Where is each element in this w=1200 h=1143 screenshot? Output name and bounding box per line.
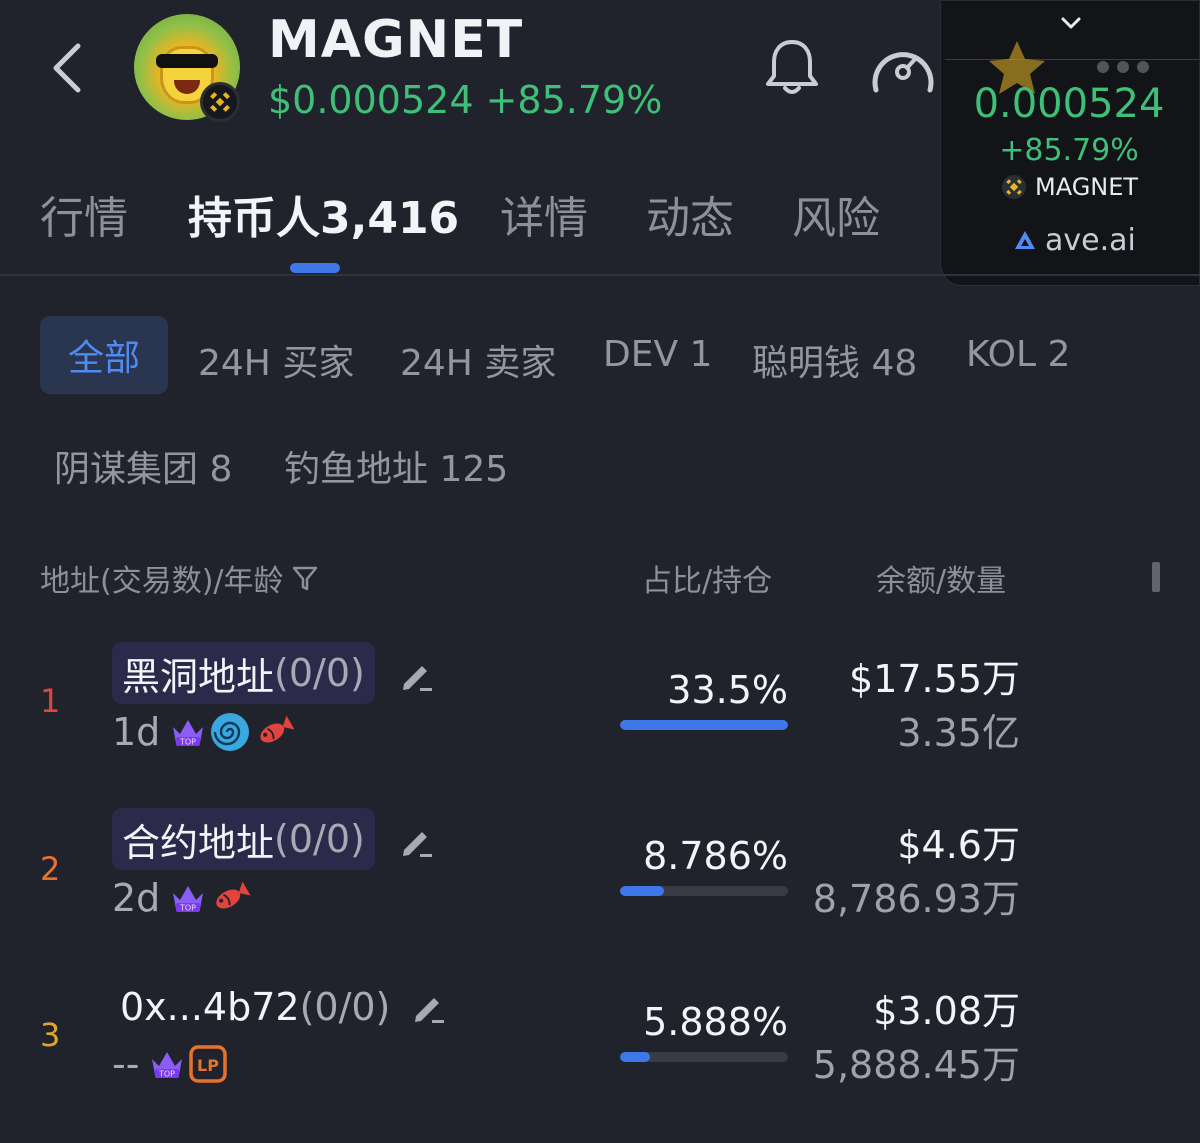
holder-age: 2d <box>112 876 161 920</box>
address-label: 0x...4b72 <box>120 985 300 1029</box>
token-price: $0.000524 +85.79% <box>268 78 663 122</box>
column-header-share[interactable]: 占比/持仓 <box>642 556 772 600</box>
bnb-chain-icon <box>1002 175 1026 199</box>
tx-count: (0/0) <box>274 817 365 861</box>
column-header-balance[interactable]: 余额/数量 <box>876 556 1006 600</box>
holder-share-percent: 33.5% <box>667 668 788 712</box>
bell-icon <box>766 40 818 94</box>
filter-all[interactable]: 全部 <box>40 316 168 394</box>
widget-site: ave.ai <box>1045 223 1136 258</box>
tab-activity[interactable]: 动态 <box>646 182 734 246</box>
widget-price: 0.000524 <box>973 81 1165 127</box>
chevron-down-icon <box>1061 17 1081 29</box>
edit-label-button[interactable] <box>396 822 436 862</box>
svg-text:LP: LP <box>197 1056 219 1075</box>
holder-balance-usd: $17.55万 <box>849 657 1020 701</box>
filter-dev[interactable]: DEV 1 <box>603 334 712 375</box>
holder-token-quantity: 5,888.45万 <box>812 1043 1020 1087</box>
svg-text:TOP: TOP <box>179 904 196 913</box>
holder-balance-usd: $3.08万 <box>873 989 1020 1033</box>
ave-logo-icon <box>1015 230 1035 249</box>
bnb-chain-icon <box>200 82 240 122</box>
holder-address[interactable]: 0x...4b72 (0/0) <box>120 976 390 1038</box>
column-header-address[interactable]: 地址(交易数)/年龄 <box>40 556 320 600</box>
collapse-widget-button[interactable] <box>1059 13 1083 33</box>
holder-address[interactable]: 合约地址 (0/0) <box>112 808 375 870</box>
price-mini-widget[interactable]: 0.000524 +85.79% MAGNET ave.ai <box>940 0 1200 286</box>
more-columns-indicator <box>1152 562 1160 592</box>
share-progress-fill <box>620 1052 650 1062</box>
pencil-icon <box>415 998 444 1023</box>
crown-top-icon[interactable]: TOP <box>149 1047 185 1081</box>
fish-icon[interactable] <box>210 879 251 917</box>
lp-icon[interactable]: LP <box>189 1045 228 1083</box>
widget-symbol: MAGNET <box>1035 173 1139 201</box>
filter-smart-money[interactable]: 聪明钱 48 <box>752 334 917 386</box>
holder-share-percent: 8.786% <box>643 834 788 878</box>
tx-count: (0/0) <box>299 985 391 1029</box>
speedometer-icon <box>872 52 934 93</box>
holder-age: 1d <box>112 710 161 754</box>
filter-24h-sellers[interactable]: 24H 卖家 <box>400 334 556 386</box>
chevron-left-icon <box>53 43 81 93</box>
spiral-icon[interactable] <box>210 712 250 752</box>
back-button[interactable] <box>40 38 100 98</box>
fish-icon[interactable] <box>254 713 295 751</box>
alert-button[interactable] <box>760 36 824 100</box>
tab-risk[interactable]: 风险 <box>792 182 880 246</box>
edit-label-button[interactable] <box>396 656 436 696</box>
holder-age: -- <box>112 1042 140 1086</box>
address-label: 合约地址 <box>122 820 275 865</box>
crown-top-icon[interactable]: TOP <box>170 715 206 749</box>
token-name: MAGNET <box>268 10 524 70</box>
edit-label-button[interactable] <box>408 988 448 1028</box>
tab-holders[interactable]: 持币人3,416 <box>188 182 459 246</box>
pencil-icon <box>403 832 432 857</box>
pencil-icon <box>403 666 432 691</box>
active-tab-indicator <box>290 263 340 273</box>
holder-age-line: 2d TOP <box>112 876 251 920</box>
filter-phishing[interactable]: 钓鱼地址 125 <box>284 440 508 492</box>
address-label: 黑洞地址 <box>122 654 275 699</box>
tab-market[interactable]: 行情 <box>40 182 128 246</box>
filter-funnel-icon[interactable] <box>290 563 320 593</box>
holder-age-line: 1d TOP <box>112 710 295 754</box>
tab-details[interactable]: 详情 <box>500 182 588 246</box>
speed-button[interactable] <box>868 38 938 102</box>
tx-count: (0/0) <box>274 651 365 695</box>
holder-age-line: -- TOP LP <box>112 1042 228 1086</box>
widget-change: +85.79% <box>999 133 1139 168</box>
holder-share-percent: 5.888% <box>643 1000 788 1044</box>
holder-address[interactable]: 黑洞地址 (0/0) <box>112 642 375 704</box>
holder-rank: 2 <box>40 850 61 888</box>
holder-rank: 3 <box>40 1016 61 1054</box>
holder-token-quantity: 8,786.93万 <box>812 877 1020 921</box>
holder-token-quantity: 3.35亿 <box>897 711 1020 755</box>
filter-cabal[interactable]: 阴谋集团 8 <box>54 440 232 492</box>
filter-24h-buyers[interactable]: 24H 买家 <box>198 334 354 386</box>
more-icon[interactable] <box>1093 57 1153 77</box>
svg-text:TOP: TOP <box>158 1070 175 1079</box>
tabs-divider <box>0 274 1200 276</box>
crown-top-icon[interactable]: TOP <box>170 881 206 915</box>
svg-text:TOP: TOP <box>179 738 196 747</box>
filter-kol[interactable]: KOL 2 <box>966 334 1070 375</box>
share-progress-fill <box>620 886 665 896</box>
holder-rank: 1 <box>40 682 61 720</box>
holder-balance-usd: $4.6万 <box>897 823 1020 867</box>
